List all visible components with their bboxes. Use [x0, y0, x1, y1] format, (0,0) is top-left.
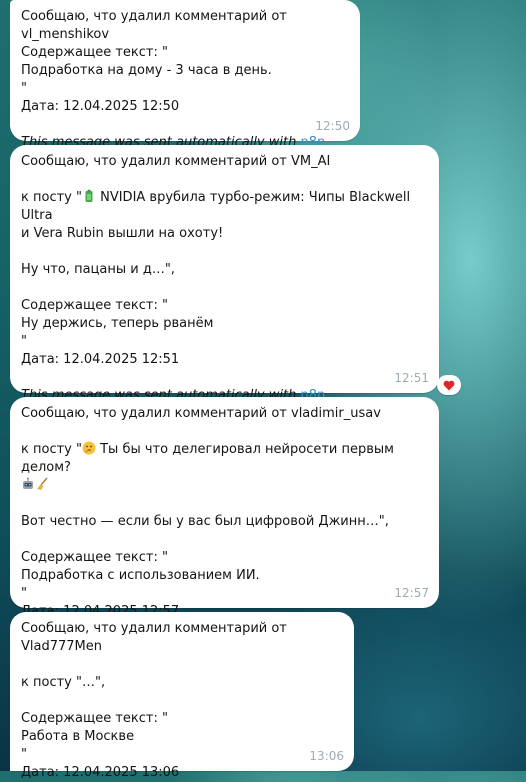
- message-text: Ну держись, теперь рванём: [21, 316, 214, 331]
- battery-icon: [85, 189, 93, 202]
- reaction-badge[interactable]: [437, 375, 461, 395]
- message-text: Вот честно — если бы у вас был цифровой …: [21, 514, 389, 529]
- post-prefix: к посту ": [21, 190, 82, 205]
- message-text: Содержащее текст: ": [21, 550, 168, 565]
- message-text: Сообщаю, что удалил комментарий от vladi…: [21, 406, 381, 421]
- message-bubble[interactable]: Сообщаю, что удалил комментарий от VM_AI…: [10, 145, 439, 403]
- thinking-face-icon: [82, 441, 96, 455]
- message-date: Дата: 12.04.2025 12:51: [21, 352, 180, 367]
- message-date: Дата: 12.04.2025 12:50: [21, 99, 180, 114]
- broom-icon: [37, 477, 48, 490]
- message-time: 13:06: [309, 749, 344, 763]
- post-line: к посту " Ты бы что делегировал нейросет…: [21, 441, 427, 477]
- robot-icon: [23, 477, 33, 489]
- message-text: Сообщаю, что удалил комментарий от vl_me…: [21, 9, 292, 42]
- message-text: Содержащее текст: ": [21, 45, 168, 60]
- message-text: к посту "…",: [21, 675, 106, 690]
- message-text: [21, 423, 427, 441]
- message-time: 12:50: [315, 119, 350, 133]
- message-time: 12:51: [394, 371, 429, 385]
- message-text: ": [21, 747, 27, 762]
- message-text: [21, 495, 427, 513]
- message-bubble[interactable]: Сообщаю, что удалил комментарий от Vlad7…: [10, 612, 354, 780]
- message-text: Подработка с использованием ИИ.: [21, 568, 260, 583]
- heart-icon: [443, 380, 455, 390]
- message-text: [21, 692, 342, 710]
- message-bubble[interactable]: Сообщаю, что удалил комментарий от vladi…: [10, 397, 439, 619]
- message-text: Работа в Москве: [21, 729, 135, 744]
- message-text: [21, 116, 348, 134]
- message-text: [21, 279, 427, 297]
- message-text: Содержащее текст: ": [21, 711, 168, 726]
- message-text: [21, 243, 427, 261]
- message-text: [21, 171, 427, 189]
- message-text: [21, 369, 427, 387]
- post-line: [21, 477, 427, 495]
- message-text: ": [21, 81, 27, 96]
- message-text: [21, 531, 427, 549]
- post-line: и Vera Rubin вышли на охоту!: [21, 226, 224, 241]
- message-text: ": [21, 334, 27, 349]
- post-prefix: к посту ": [21, 442, 82, 457]
- message-text: ": [21, 586, 27, 601]
- message-text: Сообщаю, что удалил комментарий от VM_AI: [21, 154, 331, 169]
- message-date: Дата: 12.04.2025 13:06: [21, 765, 180, 780]
- message-time: 12:57: [394, 586, 429, 600]
- message-bubble[interactable]: Сообщаю, что удалил комментарий от vl_me…: [10, 0, 360, 150]
- message-text: Содержащее текст: ": [21, 298, 168, 313]
- message-text: Подработка на дому - 3 часа в день.: [21, 63, 272, 78]
- message-text: Ну что, пацаны и д…",: [21, 262, 175, 277]
- message-text: Сообщаю, что удалил комментарий от Vlad7…: [21, 621, 292, 654]
- post-line: к посту " NVIDIA врубила турбо-режим: Чи…: [21, 189, 427, 225]
- message-text: [21, 656, 342, 674]
